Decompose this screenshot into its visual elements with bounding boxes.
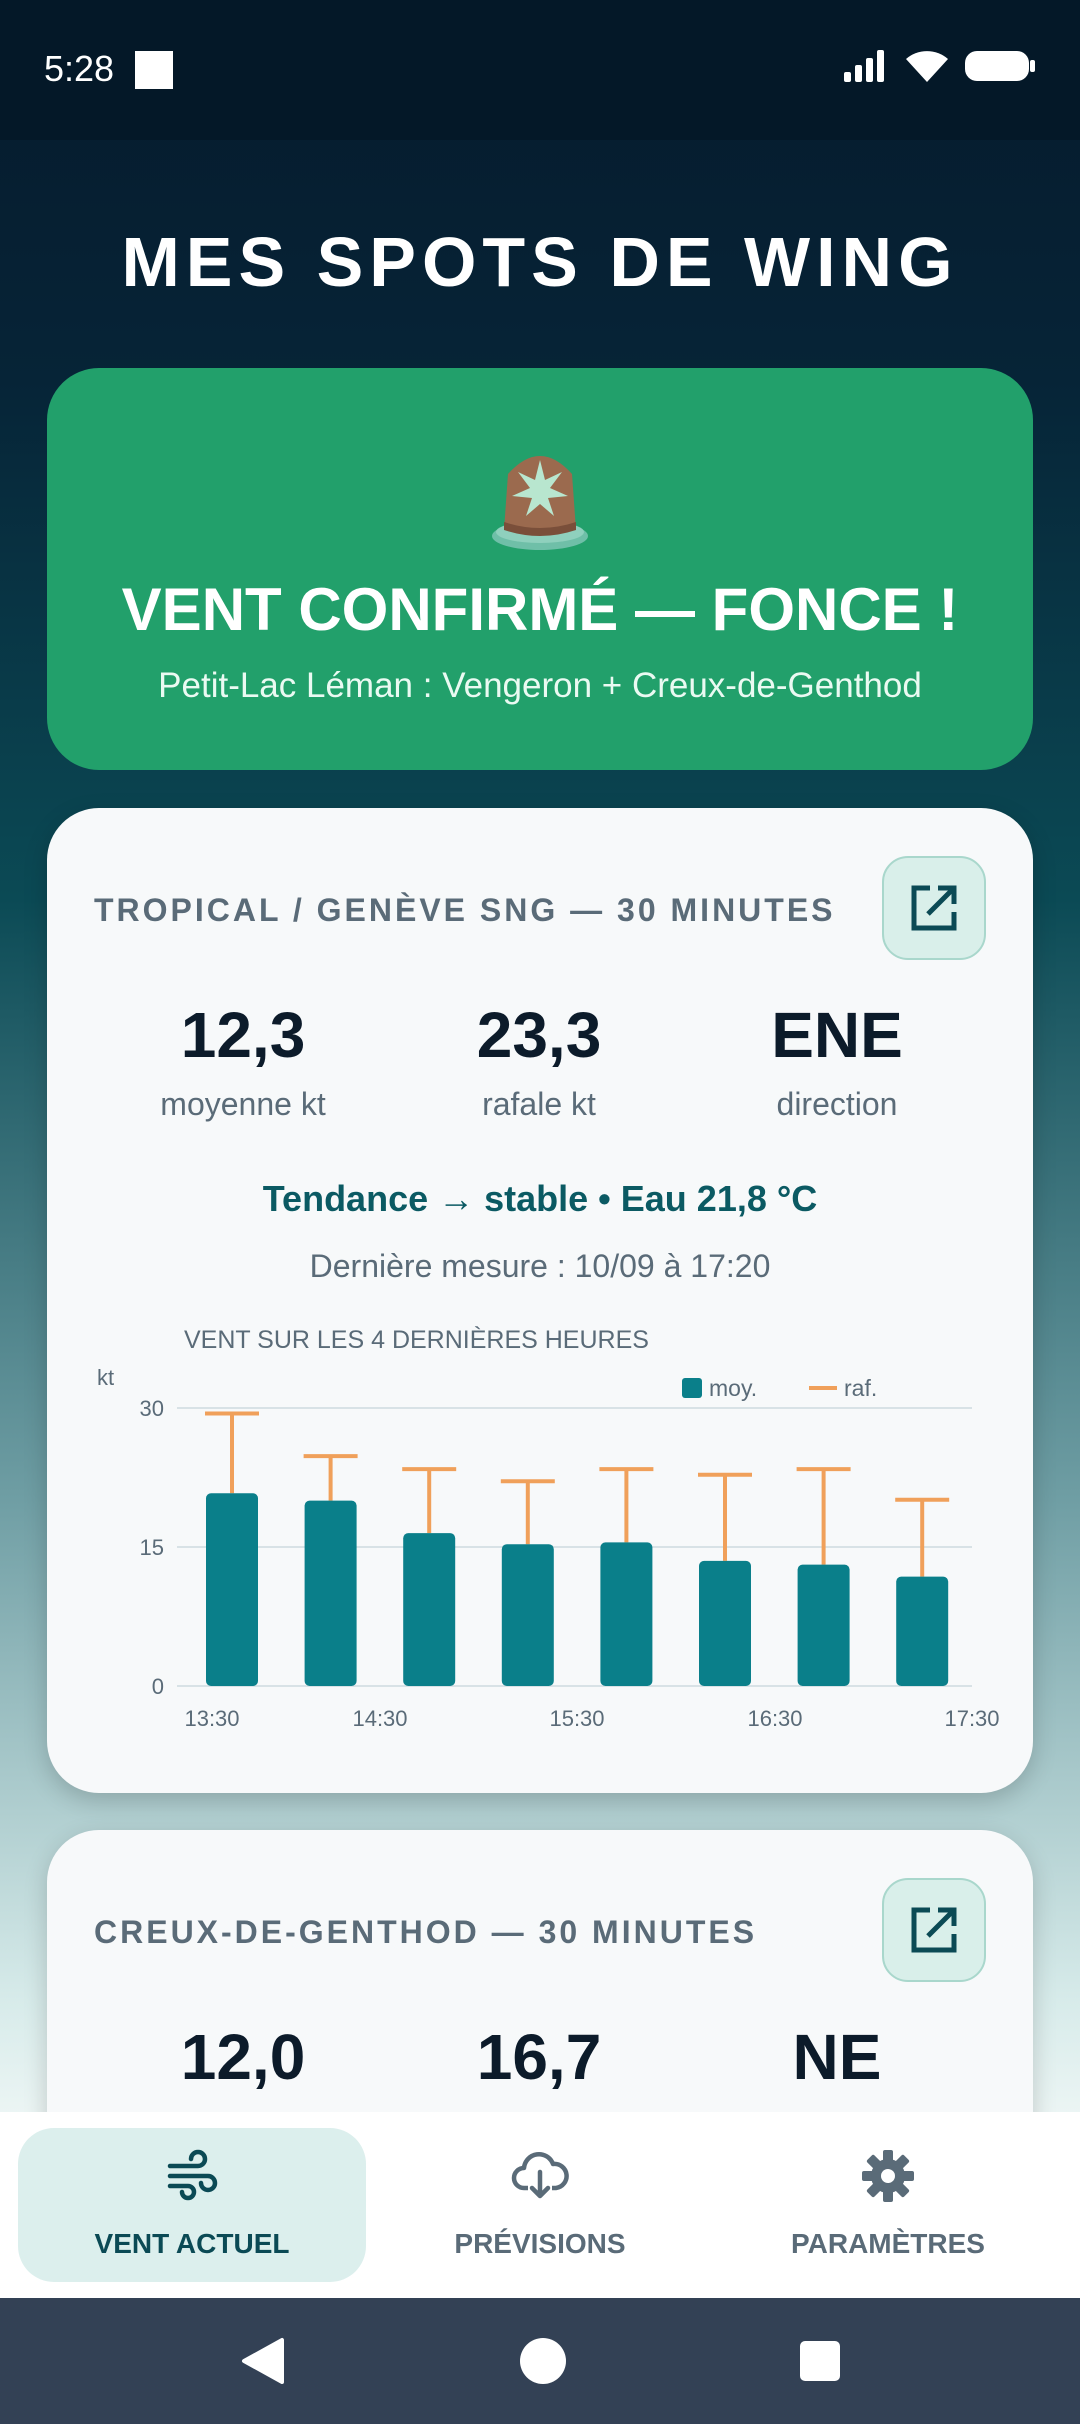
- mean-bar: [304, 1500, 357, 1686]
- status-icons: [842, 48, 1036, 84]
- gear-icon: [862, 2150, 914, 2202]
- metric-gust: 16,7: [389, 2020, 689, 2094]
- mean-bar: [896, 1576, 949, 1686]
- mean-bar: [600, 1542, 653, 1686]
- mean-bar: [403, 1533, 456, 1686]
- open-external-icon: [911, 1907, 957, 1953]
- home-icon[interactable]: [518, 2336, 568, 2386]
- chart-ytick-label: 15: [140, 1535, 164, 1560]
- chart-xtick-label: 15:30: [549, 1706, 604, 1731]
- metric-gust: 23,3 rafale kt: [389, 998, 689, 1123]
- alert-subtitle: Petit-Lac Léman : Vengeron + Creux-de-Ge…: [158, 666, 922, 705]
- recents-icon[interactable]: [798, 2339, 842, 2383]
- mean-value: 12,3: [180, 999, 306, 1071]
- nav-parametres[interactable]: PARAMÈTRES: [714, 2128, 1062, 2282]
- bottom-navigation: VENT ACTUEL PRÉVISIONS PARAMÈTRES: [0, 2112, 1080, 2298]
- wind-chart: VENT SUR LES 4 DERNIÈRES HEURES kt 0 15 30 mo…: [97, 1325, 1000, 1731]
- mean-bar: [501, 1544, 554, 1686]
- nav-label: PRÉVISIONS: [454, 2228, 626, 2259]
- chart-ytick-label: 30: [140, 1396, 164, 1421]
- mean-value: 12,0: [180, 2021, 306, 2093]
- legend-label-raf: raf.: [844, 1375, 877, 1401]
- nav-label: PARAMÈTRES: [791, 2228, 985, 2259]
- notification-icon: [135, 51, 173, 89]
- mean-bar: [797, 1564, 850, 1686]
- wifi-icon: [906, 51, 948, 82]
- mean-label: moyenne kt: [160, 1086, 326, 1122]
- open-external-button[interactable]: [882, 1878, 986, 1982]
- nav-vent-actuel[interactable]: VENT ACTUEL: [18, 2128, 366, 2282]
- signal-icon: [844, 50, 884, 82]
- direction-value: ENE: [771, 999, 903, 1071]
- station-title: TROPICAL / GENÈVE SNG — 30 MINUTES: [94, 892, 836, 928]
- legend-label-moy: moy.: [709, 1375, 757, 1401]
- siren-icon: [492, 456, 588, 550]
- status-bar: 5:28: [0, 0, 1080, 140]
- nav-previsions[interactable]: PRÉVISIONS: [366, 2128, 714, 2282]
- wind-alert-card: VENT CONFIRMÉ — FONCE ! Petit-Lac Léman …: [47, 368, 1033, 770]
- mean-bar: [699, 1560, 751, 1686]
- chart-xtick-label: 13:30: [184, 1706, 239, 1731]
- page-title: MES SPOTS DE WING: [121, 223, 959, 301]
- metric-direction: NE: [687, 2020, 987, 2094]
- nav-label: VENT ACTUEL: [94, 2228, 290, 2259]
- cloud-download-icon: [511, 2152, 569, 2199]
- mean-bar: [206, 1493, 258, 1686]
- direction-value: NE: [792, 2021, 882, 2093]
- gust-value: 23,3: [476, 999, 602, 1071]
- open-external-icon: [911, 885, 957, 931]
- chart-title: VENT SUR LES 4 DERNIÈRES HEURES: [184, 1325, 649, 1354]
- battery-icon: [965, 51, 1035, 81]
- gust-value: 16,7: [476, 2021, 602, 2093]
- wind-icon: [167, 2149, 218, 2201]
- open-external-button[interactable]: [882, 856, 986, 960]
- chart-ylabel: kt: [97, 1365, 114, 1390]
- chart-xtick-label: 16:30: [747, 1706, 802, 1731]
- legend-swatch-moy: [682, 1378, 702, 1398]
- system-navigation-bar: [0, 2298, 1080, 2424]
- direction-label: direction: [776, 1086, 898, 1122]
- gust-label: rafale kt: [482, 1086, 596, 1122]
- last-measure: Dernière mesure : 10/09 à 17:20: [309, 1248, 771, 1284]
- chart-xtick-label: 14:30: [352, 1706, 407, 1731]
- metric-direction: ENE direction: [687, 998, 987, 1123]
- station-title: CREUX-DE-GENTHOD — 30 MINUTES: [94, 1914, 758, 1950]
- metric-mean: 12,3 moyenne kt: [93, 998, 393, 1123]
- chart-xtick-label: 17:30: [944, 1706, 999, 1731]
- back-icon[interactable]: [238, 2336, 288, 2386]
- station-card-tropical: TROPICAL / GENÈVE SNG — 30 MINUTES 12,3 …: [47, 808, 1033, 1793]
- trend-text: Tendance → stable • Eau 21,8 °C: [262, 1178, 818, 1219]
- metric-mean: 12,0: [93, 2020, 393, 2094]
- alert-title: VENT CONFIRMÉ — FONCE !: [121, 576, 959, 643]
- status-time: 5:28: [44, 48, 115, 89]
- chart-ytick-label: 0: [152, 1674, 164, 1699]
